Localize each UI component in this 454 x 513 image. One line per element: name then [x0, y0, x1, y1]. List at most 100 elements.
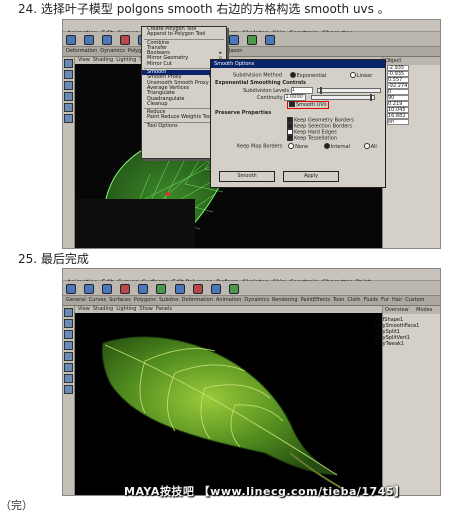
- shelf-tab-14[interactable]: Hair: [392, 297, 402, 303]
- shelf-tab-13[interactable]: Fur: [381, 297, 389, 303]
- shelf-tab-12[interactable]: Fluids: [364, 297, 379, 303]
- layout-single-icon[interactable]: [64, 374, 73, 383]
- viewport-menu-item-0[interactable]: View: [78, 306, 90, 312]
- preserve-section-header: Preserve Properties: [215, 110, 272, 116]
- shelf-tab-0[interactable]: General: [66, 297, 86, 303]
- overview-tab[interactable]: Overview: [385, 307, 409, 313]
- layout-four-icon[interactable]: [64, 385, 73, 394]
- continuity-slider[interactable]: [310, 94, 375, 101]
- status-toolbar: [63, 281, 440, 296]
- lasso-tool-icon[interactable]: [64, 319, 73, 328]
- select-by-object-icon[interactable]: [138, 284, 149, 294]
- main-menubar: AnimationEditCurvesSurfacesEdit Polygons…: [63, 20, 440, 37]
- render-globals-icon[interactable]: [246, 35, 257, 45]
- shelf-tabs: DeformationDynamicsPolygonsRenderingSubd…: [63, 47, 440, 57]
- exponential-section-header: Exponential Smoothing Controls: [215, 80, 306, 86]
- step-25-title: 25. 最后完成: [18, 252, 89, 266]
- subdivision-levels-field[interactable]: 1: [290, 87, 313, 94]
- smooth-button[interactable]: Smooth: [219, 171, 275, 182]
- manipulator-tool-icon[interactable]: [64, 114, 73, 123]
- shelf-tab-6[interactable]: Jason: [229, 48, 242, 54]
- shelf-tab-0[interactable]: Deformation: [66, 48, 97, 54]
- render-icon[interactable]: [192, 284, 203, 294]
- render-globals-icon[interactable]: [228, 284, 239, 294]
- move-tool-icon[interactable]: [64, 330, 73, 339]
- perspective-viewport[interactable]: ViewShadingLightingShowPanels: [75, 306, 382, 495]
- map-none-radio[interactable]: None: [288, 143, 308, 150]
- continuity-field[interactable]: 1.0000: [284, 94, 307, 101]
- shelf-tab-4[interactable]: Subdivs: [159, 297, 179, 303]
- dialog-title: Smooth Options: [211, 60, 385, 68]
- move-tool-icon[interactable]: [64, 81, 73, 90]
- channel-box-toggle-icon[interactable]: [265, 35, 276, 45]
- open-scene-icon[interactable]: [84, 35, 95, 45]
- viewport-menu-item-2[interactable]: Lighting: [116, 57, 136, 63]
- shelf-tab-11[interactable]: Cloth: [347, 297, 360, 303]
- main-menubar: AnimationEditCurvesSurfacesEdit Polygons…: [63, 269, 440, 305]
- smooth-uvs-checkbox[interactable]: Smooth UVs: [287, 100, 329, 109]
- shelf-tabs: General Curves Surfaces Polygons Subdivs Defo…: [63, 296, 440, 306]
- maya-screenshot-smooth-options: AnimationEditCurvesSurfacesEdit Polygons…: [62, 19, 441, 249]
- shelf-tab-7[interactable]: Dynamics: [244, 297, 269, 303]
- shelf-tab-8[interactable]: Rendering: [272, 297, 298, 303]
- continuity-row: Continuity 1.0000: [257, 94, 375, 101]
- viewport-menu-item-2[interactable]: Lighting: [116, 306, 136, 312]
- map-all-radio[interactable]: All: [363, 143, 377, 150]
- rotate-tool-icon[interactable]: [64, 92, 73, 101]
- save-scene-icon[interactable]: [102, 35, 113, 45]
- scale-tool-icon[interactable]: [64, 352, 73, 361]
- channel-row[interactable]: on: [383, 119, 440, 125]
- shelf-tab-1[interactable]: Dynamics: [100, 48, 125, 54]
- object-history-list: leafShape1polySmoothFace1ploySplit1polyS…: [375, 317, 419, 347]
- panel-header: Overview Modes: [383, 306, 440, 314]
- viewport-menu-item-3[interactable]: Show: [139, 306, 153, 312]
- select-tool-icon[interactable]: [64, 59, 73, 68]
- modes-tab[interactable]: Modes: [416, 307, 432, 313]
- new-scene-icon[interactable]: [66, 35, 76, 45]
- keep-tessellation-checkbox[interactable]: Keep Tessellation: [287, 135, 337, 142]
- scale-tool-icon[interactable]: [64, 103, 73, 112]
- viewport-menu-item-1[interactable]: Shading: [93, 57, 113, 63]
- select-by-hierarchy-icon[interactable]: [120, 35, 131, 45]
- ipr-render-icon[interactable]: [210, 284, 221, 294]
- select-by-hierarchy-icon[interactable]: [120, 284, 131, 294]
- viewport-menu-item-1[interactable]: Shading: [93, 306, 113, 312]
- subdivision-levels-row: Subdivision Levels 1: [243, 87, 382, 94]
- open-scene-icon[interactable]: [84, 284, 95, 294]
- manipulator-tool-icon[interactable]: [64, 363, 73, 372]
- exponential-radio[interactable]: Exponential: [289, 72, 326, 79]
- map-internal-radio[interactable]: Internal: [323, 143, 350, 150]
- shelf-tab-15[interactable]: Custom: [405, 297, 424, 303]
- shelf-tab-5[interactable]: Deformation: [182, 297, 213, 303]
- viewport-menu-item-0[interactable]: View: [78, 57, 90, 63]
- ipr-render-icon[interactable]: [228, 35, 239, 45]
- watermark: MAYA按技吧 【www.linecg.com/tieba/1745】: [124, 485, 406, 498]
- history-node[interactable]: polyTweak1: [375, 341, 404, 347]
- linear-radio[interactable]: Linear: [349, 72, 372, 79]
- ending-caption: （完）: [0, 499, 33, 512]
- save-scene-icon[interactable]: [102, 284, 113, 294]
- new-scene-icon[interactable]: [66, 284, 76, 294]
- select-tool-icon[interactable]: [64, 308, 73, 317]
- shelf-tab-1[interactable]: Curves: [89, 297, 106, 303]
- rotate-tool-icon[interactable]: [64, 341, 73, 350]
- viewport-menu-item-4[interactable]: Panels: [156, 306, 172, 312]
- shelf-tab-2[interactable]: Surfaces: [109, 297, 131, 303]
- snap-grid-icon[interactable]: [156, 284, 167, 294]
- menu-item-append-to-polygon-tool[interactable]: Append to Polygon Tool: [142, 32, 226, 37]
- subdivision-method-row: Subdivision Method Exponential Linear: [233, 72, 372, 79]
- subdivision-method-label: Subdivision Method: [233, 72, 282, 79]
- channel-box-header: Object: [383, 57, 440, 65]
- lasso-tool-icon[interactable]: [64, 70, 73, 79]
- apply-button[interactable]: Apply: [283, 171, 339, 182]
- snap-curve-icon[interactable]: [174, 284, 185, 294]
- shelf-tab-3[interactable]: Polygons: [134, 297, 156, 303]
- toolbox: [63, 306, 75, 495]
- shelf-tab-9[interactable]: PaintEffects: [301, 297, 330, 303]
- smooth-uvs-highlight: Smooth UVs: [287, 100, 329, 109]
- shelf-tab-6[interactable]: Animation: [216, 297, 242, 303]
- rendered-leaf[interactable]: [75, 313, 380, 495]
- shelf-tab-10[interactable]: Toon: [333, 297, 345, 303]
- viewport-menu: ViewShadingLightingShowPanels: [75, 306, 382, 313]
- subdivision-levels-slider[interactable]: [317, 87, 382, 94]
